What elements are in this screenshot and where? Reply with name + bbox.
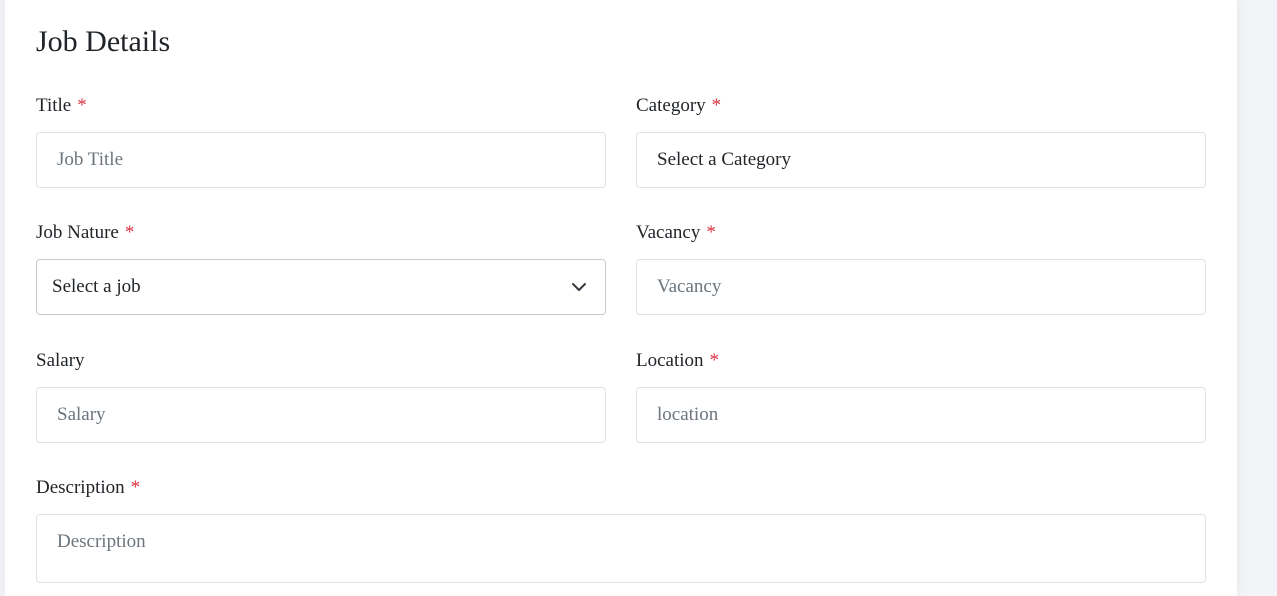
description-label-text: Description [36,477,125,498]
location-input[interactable] [636,387,1206,443]
category-selected-value: Select a Category [657,149,792,170]
required-asterisk: * [709,350,720,371]
description-label: Description * [36,477,140,499]
job-nature-selected-value: Select a job [52,276,141,297]
description-textarea[interactable] [36,514,1206,583]
category-label: Category * [636,95,721,117]
vacancy-input[interactable] [636,259,1206,315]
category-select[interactable]: Select a Category [636,132,1206,188]
location-label-text: Location [636,350,704,371]
required-asterisk: * [77,95,87,116]
job-nature-select[interactable]: Select a job [36,259,606,315]
job-nature-label: Job Nature * [36,222,134,244]
job-nature-label-text: Job Nature [36,222,119,243]
vacancy-label-text: Vacancy [636,222,701,243]
required-asterisk: * [124,222,135,243]
salary-label: Salary [36,350,85,372]
title-input[interactable] [36,132,606,188]
form-heading: Job Details [36,25,171,58]
location-label: Location * [636,350,719,372]
required-asterisk: * [130,477,141,498]
salary-input[interactable] [36,387,606,443]
required-asterisk: * [711,95,722,116]
vacancy-label: Vacancy * [636,222,716,244]
chevron-down-icon [572,283,586,291]
required-asterisk: * [706,222,716,243]
title-label-text: Title [36,95,72,116]
category-label-text: Category [636,95,706,116]
title-label: Title * [36,95,87,117]
salary-label-text: Salary [36,350,85,371]
